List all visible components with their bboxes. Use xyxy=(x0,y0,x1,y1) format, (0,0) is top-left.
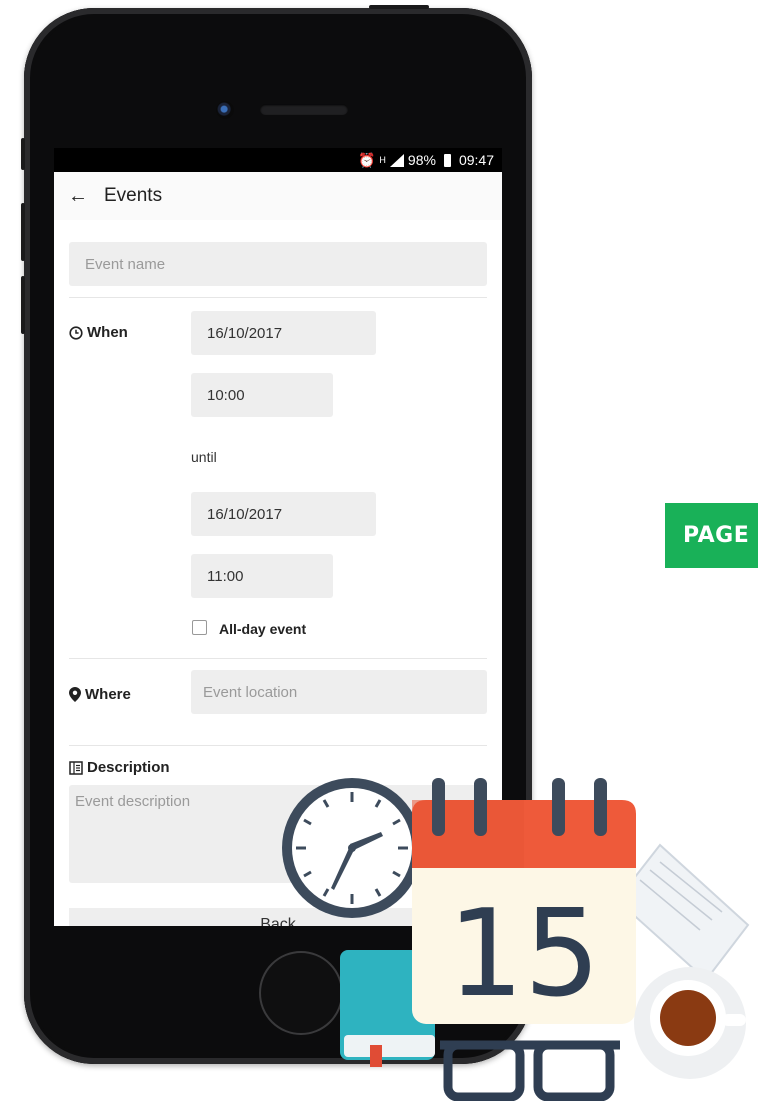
battery-percent: 98% xyxy=(407,152,436,168)
start-time-value: 10:00 xyxy=(207,386,245,404)
divider xyxy=(69,745,487,746)
when-label-text: When xyxy=(87,324,128,341)
app-bar: ← Events xyxy=(54,172,502,220)
clock-time: 09:47 xyxy=(458,152,494,168)
description-label-text: Description xyxy=(87,759,170,776)
mute-switch xyxy=(21,138,25,170)
event-location-input[interactable]: Event location xyxy=(191,670,487,714)
volume-down-button xyxy=(21,276,25,334)
front-camera xyxy=(216,101,234,119)
where-label-text: Where xyxy=(85,686,131,703)
clock-icon xyxy=(69,325,83,340)
event-description-textarea[interactable]: Event description xyxy=(69,785,487,883)
page-badge: PAGE xyxy=(665,503,758,568)
volume-up-button xyxy=(21,203,25,261)
app-screen: ⏰ H 98% 09:47 ← Events Event name When 1… xyxy=(54,148,502,926)
notepad-icon xyxy=(615,843,750,982)
signal-icon xyxy=(389,153,404,167)
all-day-label: All-day event xyxy=(219,621,307,637)
power-button xyxy=(369,5,429,9)
when-label: When xyxy=(69,324,128,341)
end-date-field[interactable]: 16/10/2017 xyxy=(191,492,376,536)
event-name-input[interactable]: Event name xyxy=(69,242,487,286)
start-date-value: 16/10/2017 xyxy=(207,324,283,342)
alarm-clock-icon: ⏰ xyxy=(357,151,376,168)
event-location-placeholder: Event location xyxy=(203,683,298,701)
start-time-field[interactable]: 10:00 xyxy=(191,373,333,417)
event-description-placeholder: Event description xyxy=(75,793,191,810)
page-title: Events xyxy=(104,185,163,206)
where-label: Where xyxy=(69,686,131,703)
end-time-value: 11:00 xyxy=(207,567,244,585)
event-name-placeholder: Event name xyxy=(85,255,166,273)
signal-type: H xyxy=(379,155,386,165)
back-button[interactable]: Back xyxy=(69,908,487,926)
until-label: until xyxy=(191,449,217,465)
document-icon xyxy=(69,760,83,775)
divider xyxy=(69,658,487,659)
map-pin-icon xyxy=(69,687,81,702)
earpiece-speaker xyxy=(260,104,348,115)
end-date-value: 16/10/2017 xyxy=(207,505,283,523)
end-time-field[interactable]: 11:00 xyxy=(191,554,333,598)
page-badge-text: PAGE xyxy=(683,523,750,548)
status-bar: ⏰ H 98% 09:47 xyxy=(54,148,502,172)
battery-icon xyxy=(443,153,451,167)
all-day-checkbox[interactable] xyxy=(192,620,207,635)
coffee-cup-icon xyxy=(634,967,746,1079)
start-date-field[interactable]: 16/10/2017 xyxy=(191,311,376,355)
arrow-left-icon[interactable]: ← xyxy=(58,185,98,208)
divider xyxy=(69,297,487,298)
home-button[interactable] xyxy=(259,951,343,1035)
description-label: Description xyxy=(69,759,170,776)
